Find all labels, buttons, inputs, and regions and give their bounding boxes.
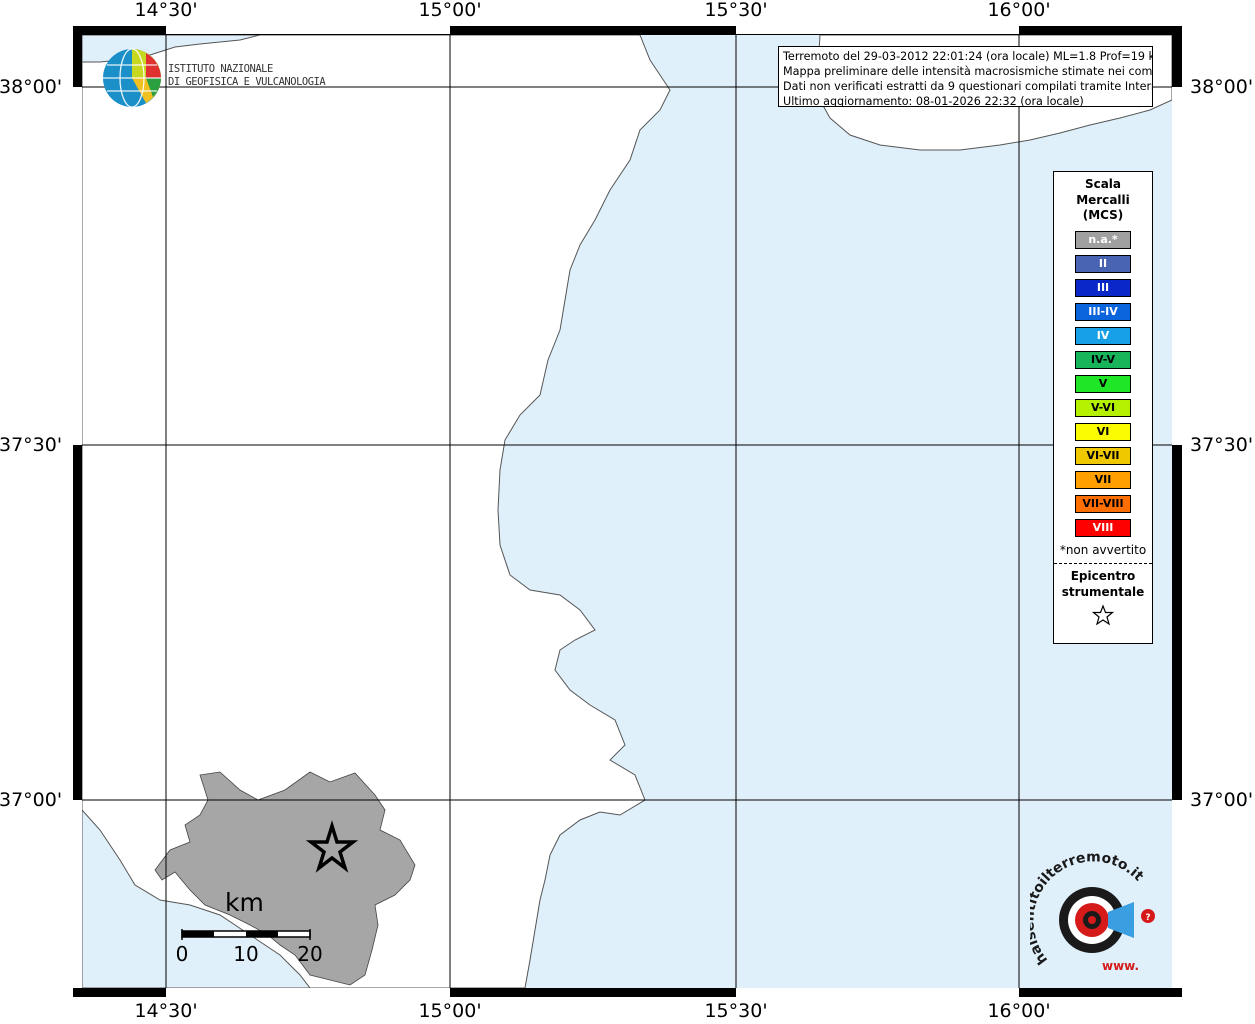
legend-note: *non avvertito	[1059, 542, 1147, 557]
legend-item: IV-V	[1075, 350, 1131, 369]
legend-item: n.a.*	[1075, 230, 1131, 249]
legend-item: VI-VII	[1075, 446, 1131, 465]
lat-label-left: 37°00'	[0, 789, 63, 811]
lon-label-bottom: 15°30'	[704, 1000, 768, 1022]
lon-label-top: 16°00'	[987, 0, 1051, 21]
legend-star-icon	[1091, 603, 1115, 625]
event-info-line: Ultimo aggiornamento: 08-01-2026 22:32 (…	[783, 95, 1084, 107]
legend-item: III-IV	[1075, 302, 1131, 321]
event-info-line: Dati non verificati estratti da 9 questi…	[783, 80, 1153, 93]
legend-item: V	[1075, 374, 1131, 393]
scale-unit: km	[225, 888, 264, 917]
legend-title: Scala Mercalli (MCS)	[1054, 177, 1152, 224]
haisentito-logo-icon: ? haisentitoilterremoto.it www.	[1030, 852, 1155, 973]
lon-label-bottom: 15°00'	[418, 1000, 482, 1022]
scale-label: 10	[233, 942, 259, 966]
legend-item: VI	[1075, 422, 1131, 441]
lat-label-left: 38°00'	[0, 76, 63, 98]
lon-label-bottom: 16°00'	[987, 1000, 1051, 1022]
legend-items: n.a.* II III III-IV IV IV-V V V-VI VI VI-VII VII VI…	[1054, 230, 1152, 537]
lat-label-right: 38°00'	[1190, 76, 1254, 98]
haisentito-www: www.	[1102, 959, 1139, 973]
legend-epicenter-label: Epicentro strumentale	[1054, 568, 1152, 600]
legend-title-line: Scala	[1084, 177, 1122, 191]
lat-label-right: 37°00'	[1190, 789, 1254, 811]
legend-item: IV	[1075, 326, 1131, 345]
legend-item: VII-VIII	[1075, 494, 1131, 513]
lat-label-right: 37°30'	[1190, 434, 1254, 456]
lon-label-bottom: 14°30'	[134, 1000, 198, 1022]
logo-line: ISTITUTO NAZIONALE	[168, 63, 273, 75]
legend-item: VII	[1075, 470, 1131, 489]
legend-title-line: Mercalli	[1076, 192, 1130, 207]
lon-label-top: 15°30'	[704, 0, 768, 21]
mcs-legend: Scala Mercalli (MCS) n.a.* II III III-IV IV I…	[1053, 171, 1153, 644]
lon-label-top: 15°00'	[418, 0, 482, 21]
scale-label: 20	[297, 942, 323, 966]
svg-text:?: ?	[1145, 913, 1150, 923]
legend-item: V-VI	[1075, 398, 1131, 417]
legend-epicenter-line: Epicentro	[1070, 568, 1136, 583]
ingv-logo-text: ISTITUTO NAZIONALE DI GEOFISICA E VULCAN…	[168, 63, 326, 89]
event-info-line: Mappa preliminare delle intensità macros…	[783, 65, 1153, 78]
event-info-box: Terremoto del 29-03-2012 22:01:24 (ora l…	[778, 46, 1153, 107]
ingv-globe-icon	[103, 48, 161, 108]
legend-title-line: (MCS)	[1082, 208, 1124, 222]
lat-label-left: 37°30'	[0, 434, 63, 456]
legend-item: VIII	[1075, 518, 1131, 537]
event-info-line: Terremoto del 29-03-2012 22:01:24 (ora l…	[783, 50, 1153, 63]
legend-item: II	[1075, 254, 1131, 273]
legend-item: III	[1075, 278, 1131, 297]
logo-line: DI GEOFISICA E VULCANOLOGIA	[168, 76, 326, 88]
scale-label: 0	[175, 942, 189, 966]
legend-epicenter-line: strumentale	[1061, 584, 1145, 599]
lon-label-top: 14°30'	[134, 0, 198, 21]
legend-divider	[1054, 562, 1152, 564]
